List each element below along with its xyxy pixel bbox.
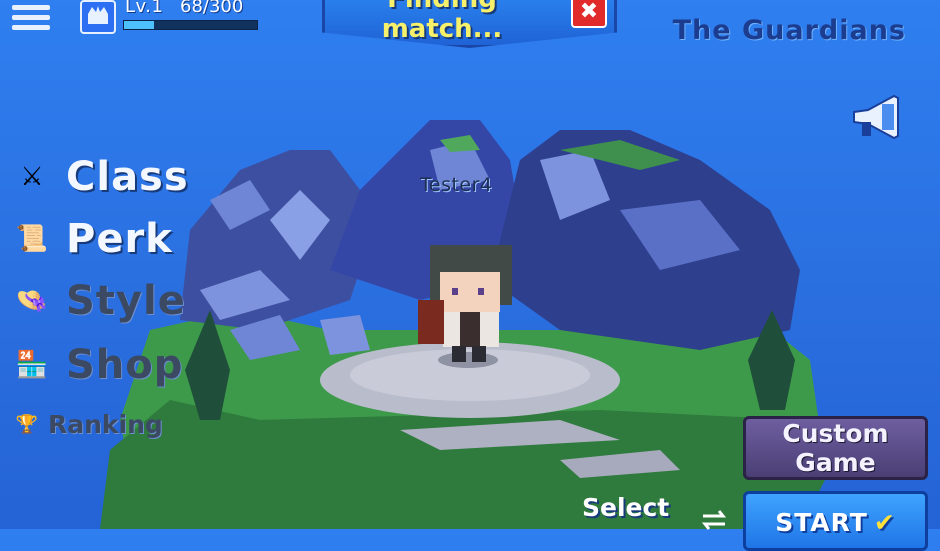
xp-counter: 68/300 xyxy=(180,0,244,17)
player-name-tag: Tester4 xyxy=(420,174,493,196)
checkmark-icon: ✔ xyxy=(873,508,896,537)
menu-style[interactable]: 👒 Style xyxy=(12,272,186,330)
menu-perk-label: Perk xyxy=(66,216,173,262)
start-label: START xyxy=(775,508,868,537)
matchmaking-status-line1: Finding xyxy=(322,0,562,14)
megaphone-icon[interactable] xyxy=(848,92,906,142)
menu-class-label: Class xyxy=(66,154,189,200)
scroll-icon: 📜 xyxy=(15,224,49,254)
team-name: The Guardians xyxy=(672,15,906,46)
shop-icon: 🏪 xyxy=(15,350,49,380)
xp-progress-bar xyxy=(123,20,258,30)
crossed-swords-icon: ⚔ xyxy=(20,162,44,192)
menu-shop-label: Shop xyxy=(66,342,184,388)
select-label: Select xyxy=(582,493,670,522)
player-level-badge-icon[interactable] xyxy=(80,0,116,34)
matchmaking-status-line2: match... xyxy=(381,14,503,44)
custom-game-label-line1: Custom xyxy=(782,419,889,448)
swap-icon[interactable] xyxy=(697,506,731,534)
custom-game-button[interactable]: Custom Game xyxy=(743,416,928,480)
player-level: Lv.1 xyxy=(125,0,164,17)
menu-class[interactable]: ⚔ Class xyxy=(12,148,189,206)
menu-shop[interactable]: 🏪 Shop xyxy=(12,336,183,394)
trophy-icon: 🏆 xyxy=(15,414,39,435)
start-button[interactable]: START ✔ xyxy=(743,491,928,551)
menu-ranking[interactable]: 🏆 Ranking xyxy=(14,410,163,439)
menu-style-label: Style xyxy=(66,278,186,324)
hat-icon: 👒 xyxy=(15,286,49,316)
menu-perk[interactable]: 📜 Perk xyxy=(12,210,173,268)
cancel-matchmaking-button[interactable]: ✖ xyxy=(571,0,607,28)
xp-progress-fill xyxy=(124,21,155,29)
custom-game-label-line2: Game xyxy=(795,448,876,477)
menu-ranking-label: Ranking xyxy=(48,410,163,439)
hamburger-menu-icon[interactable] xyxy=(12,2,50,32)
